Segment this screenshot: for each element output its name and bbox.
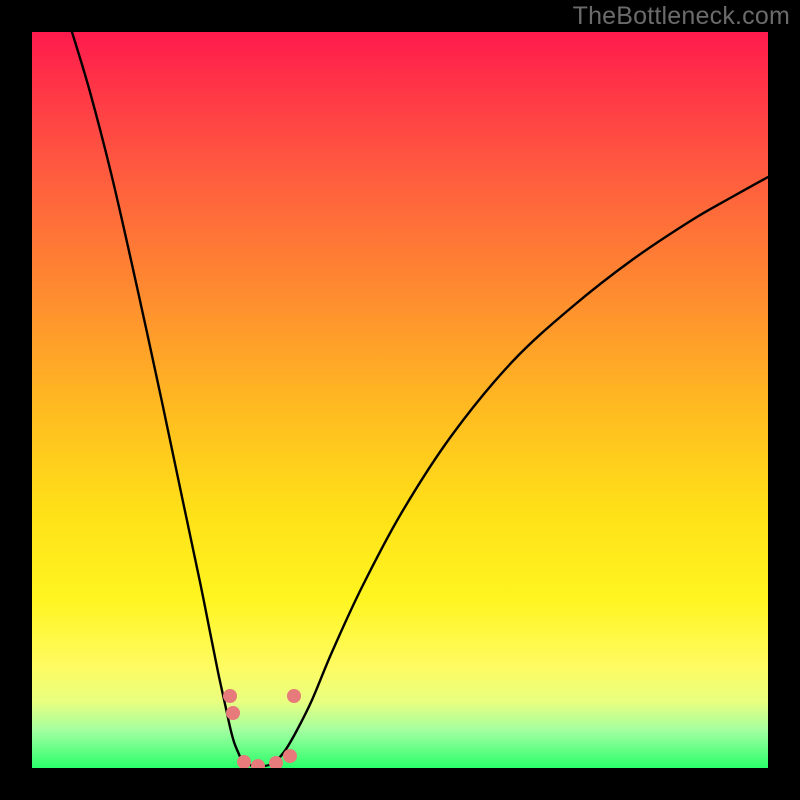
highlight-dots-group [223, 689, 301, 768]
watermark-text: TheBottleneck.com [573, 2, 790, 31]
highlight-dot [251, 759, 265, 768]
curve-right-branch [256, 177, 768, 767]
curve-left-branch [72, 32, 256, 767]
plot-area [32, 32, 768, 768]
highlight-dot [223, 689, 237, 703]
highlight-dot [269, 756, 283, 768]
highlight-dot [226, 706, 240, 720]
highlight-dot [283, 749, 297, 763]
highlight-dot [287, 689, 301, 703]
outer-frame: TheBottleneck.com [0, 0, 800, 800]
curve-svg [32, 32, 768, 768]
